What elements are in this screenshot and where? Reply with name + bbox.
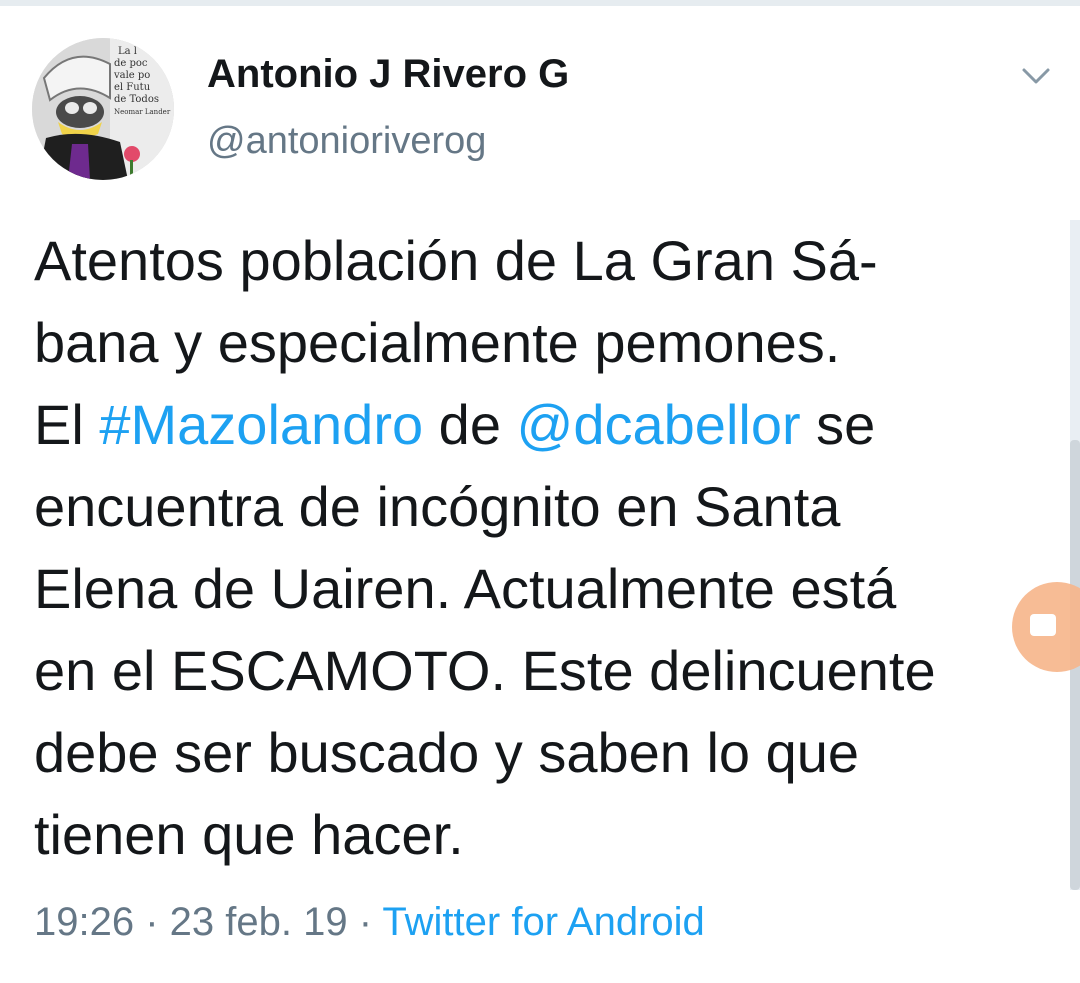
tweet-text-fragment: El [34, 393, 100, 456]
chevron-down-icon[interactable] [1014, 58, 1058, 94]
tweet-text-line: en el ESCAMOTO. Este delincuente [34, 639, 936, 702]
tweet-source-link[interactable]: Twitter for Android [382, 900, 704, 944]
tweet-text-fragment: se [800, 393, 876, 456]
tweet-text-line: debe ser buscado y saben lo que [34, 721, 860, 784]
meta-separator: · [134, 900, 170, 944]
tweet-text-line: encuentra de incógnito en Santa [34, 475, 841, 538]
author-display-name[interactable]: Antonio J Rivero G [207, 52, 569, 97]
svg-text:el Futu: el Futu [114, 82, 151, 93]
tweet-text-line: El #Mazolandro de @dcabellor se [34, 384, 1054, 466]
mention-link[interactable]: @dcabellor [517, 393, 801, 456]
svg-text:Neomar Lander: Neomar Lander [114, 108, 171, 116]
floating-bubble-icon [1030, 614, 1056, 636]
author-handle[interactable]: @antonioriverog [207, 120, 486, 163]
tweet-text-line: tienen que hacer. [34, 803, 464, 866]
tweet-date[interactable]: 23 feb. 19 [170, 900, 348, 944]
svg-text:La l: La l [118, 46, 137, 57]
svg-text:de poc: de poc [114, 58, 148, 69]
tweet-text-line: Atentos población de La Gran Sá- [34, 229, 878, 292]
meta-separator: · [347, 900, 383, 944]
svg-text:de Todos: de Todos [114, 94, 159, 105]
tweet-text-line: Elena de Uairen. Actualmente está [34, 557, 897, 620]
tweet-text: Atentos población de La Gran Sá- bana y … [34, 220, 1054, 876]
profile-photo-icon: La l de poc vale po el Futu de Todos Neo… [32, 38, 174, 180]
top-divider [0, 0, 1080, 6]
author-avatar[interactable]: La l de poc vale po el Futu de Todos Neo… [32, 38, 174, 180]
tweet-text-fragment: de [423, 393, 517, 456]
hashtag-link[interactable]: #Mazolandro [99, 393, 423, 456]
tweet-text-line: bana y especialmente pemones. [34, 311, 841, 374]
tweet-meta: 19:26 · 23 feb. 19 · Twitter for Android [34, 900, 705, 945]
tweet-time[interactable]: 19:26 [34, 900, 134, 944]
svg-text:vale po: vale po [113, 70, 150, 81]
